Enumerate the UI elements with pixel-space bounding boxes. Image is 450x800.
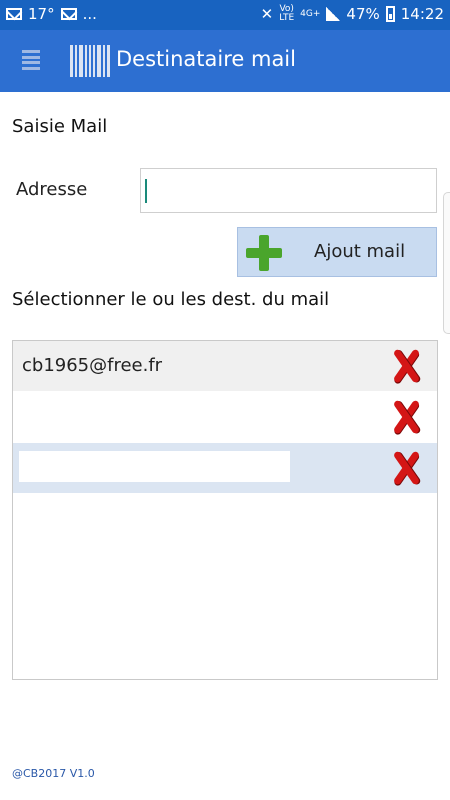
text-cursor [145,179,147,203]
list-item[interactable] [13,392,437,442]
page-title: Destinataire mail [116,47,296,71]
list-item[interactable]: cb1965@free.fr [13,341,437,391]
add-mail-label: Ajout mail [314,241,406,262]
recipient-list[interactable]: cb1965@free.fr [12,340,438,680]
recipient-edit-field[interactable] [19,451,290,482]
list-item-selected[interactable] [13,443,437,493]
clock: 14:22 [400,5,444,23]
delete-icon[interactable] [389,349,423,383]
mail-icon [6,8,22,20]
barcode-logo [70,45,110,77]
volte-icon: Vo) LTE [279,5,294,23]
volte-bottom: LTE [279,13,295,23]
battery-icon [385,6,395,22]
address-input[interactable] [140,168,437,213]
recipient-email: cb1965@free.fr [22,355,163,376]
delete-icon[interactable] [389,400,423,434]
status-bar: 17° ... ✕ Vo) LTE 4G+ 47% 14:22 [0,0,450,30]
side-scroll-handle[interactable] [443,192,450,334]
signal-icon [326,7,341,21]
temperature: 17° [28,5,55,23]
version-footer: @CB2017 V1.0 [12,767,95,780]
select-recipients-label: Sélectionner le ou les dest. du mail [12,289,330,310]
address-label: Adresse [16,179,88,200]
menu-icon[interactable] [22,50,40,70]
section-title: Saisie Mail [12,116,108,137]
plus-icon [246,235,282,271]
add-mail-button[interactable]: Ajout mail [237,227,437,277]
status-dots: ... [82,5,97,23]
delete-icon[interactable] [389,451,423,485]
battery-percent: 47% [346,5,380,23]
app-bar: Destinataire mail [0,30,450,92]
network-type: 4G+ [300,8,321,19]
mute-icon: ✕ [260,5,274,23]
mail-icon [60,8,77,20]
